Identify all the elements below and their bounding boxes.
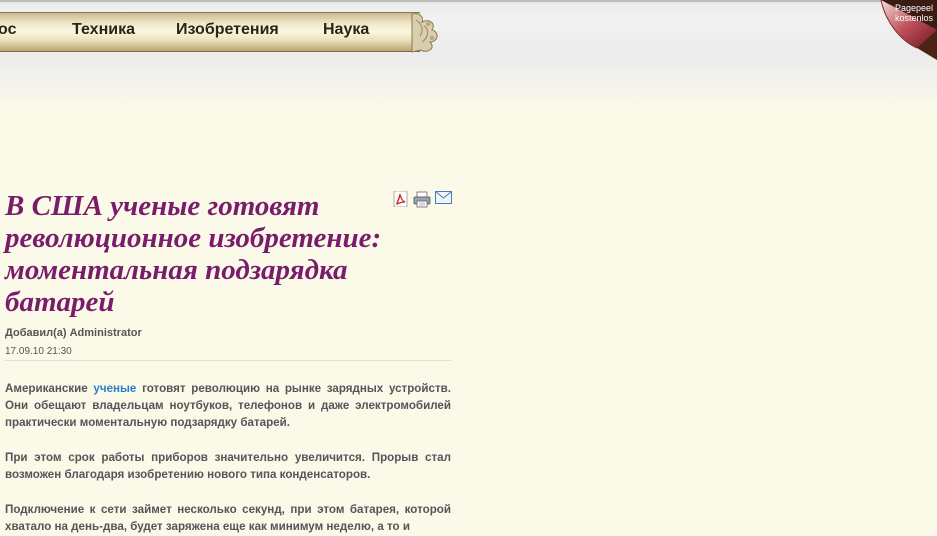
nav-scroll-ornament (411, 13, 438, 53)
pagepeel-line2: kostenlos (894, 13, 933, 23)
header-border (0, 0, 937, 2)
article-date: 17.09.10 21:30 (5, 346, 72, 357)
article-paragraph-3: Подключение к сети займет несколько секу… (5, 503, 451, 533)
print-icon[interactable] (413, 191, 431, 208)
nav-item-inventions[interactable]: Изобретения (176, 21, 279, 39)
nav-item-science[interactable]: Наука (323, 21, 369, 39)
nav-item-news[interactable]: ос (0, 21, 16, 39)
pdf-icon[interactable] (393, 191, 409, 207)
pagepeel-line1: Pagepeel (894, 3, 933, 13)
paragraph-1-start: Американские (5, 382, 94, 395)
nav-item-technika[interactable]: Техника (72, 21, 135, 39)
pagepeel-corner[interactable]: Pagepeel kostenlos (855, 0, 937, 60)
article-paragraph-2: При этом срок работы приборов значительн… (5, 451, 451, 481)
article-author: Добавил(а) Administrator (5, 327, 142, 339)
email-icon[interactable] (435, 191, 452, 204)
article-paragraph-1: Американские ученые готовят революцию на… (5, 380, 451, 431)
article-divider (5, 360, 451, 361)
article-title[interactable]: В США ученые готовят революционное изобр… (5, 190, 385, 318)
link-scientists[interactable]: ученые (93, 382, 136, 395)
